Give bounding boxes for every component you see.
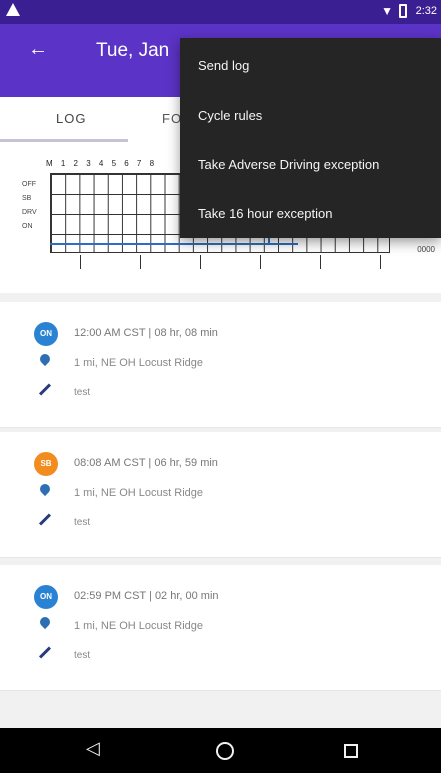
system-nav-bar: ◁ (0, 728, 441, 773)
duty-line (50, 243, 268, 245)
screen: ▼ 2:32 ← Tue, Jan LOG FO M 1 2 3 4 5 6 7… (0, 0, 441, 773)
graph-row-on: ON (22, 223, 33, 230)
entry-time: 08:08 AM CST | 06 hr, 59 min (74, 457, 218, 469)
log-entry-card[interactable]: ON 02:59 PM CST | 02 hr, 00 min 1 mi, NE… (0, 565, 441, 691)
tab-log[interactable]: LOG (56, 111, 86, 126)
pencil-icon (38, 646, 52, 659)
nav-home-icon[interactable] (216, 742, 234, 760)
entry-time-start: 12:00 AM CST (74, 327, 146, 339)
entry-note: test (74, 517, 91, 528)
status-time: 2:32 (415, 5, 437, 17)
graph-tick (80, 255, 81, 269)
entry-location: 1 mi, NE OH Locust Ridge (74, 357, 203, 369)
entry-duration: 06 hr, 59 min (154, 457, 218, 469)
nav-back-icon[interactable]: ◁ (86, 738, 100, 759)
warning-icon (6, 3, 20, 16)
graph-row-labels: OFF SB DRV ON (22, 181, 37, 237)
status-badge-on: ON (34, 322, 58, 346)
duty-line-end (268, 243, 298, 245)
menu-item-adverse-driving[interactable]: Take Adverse Driving exception (198, 157, 379, 172)
graph-tick (380, 255, 381, 269)
graph-row-sb: SB (22, 195, 32, 202)
location-pin-icon (37, 351, 53, 367)
battery-icon (399, 4, 407, 18)
back-arrow-icon[interactable]: ← (28, 38, 48, 61)
entry-duration: 08 hr, 08 min (154, 327, 218, 339)
tab-indicator (0, 139, 128, 142)
graph-hours-label: M 1 2 3 4 5 6 7 8 (46, 159, 158, 168)
pencil-icon (38, 383, 52, 396)
graph-tick (260, 255, 261, 269)
graph-tick (140, 255, 141, 269)
menu-item-cycle-rules[interactable]: Cycle rules (198, 108, 262, 123)
page-title: Tue, Jan (96, 40, 170, 61)
entry-time: 02:59 PM CST | 02 hr, 00 min (74, 590, 219, 602)
graph-row-drv: DRV (22, 209, 37, 216)
pencil-icon (38, 513, 52, 526)
location-pin-icon (37, 481, 53, 497)
graph-total: 0000 (417, 245, 435, 254)
menu-item-16-hour[interactable]: Take 16 hour exception (198, 206, 332, 221)
entry-time: 12:00 AM CST | 08 hr, 08 min (74, 327, 218, 339)
menu-item-send-log[interactable]: Send log (198, 58, 249, 73)
log-entry-card[interactable]: ON 12:00 AM CST | 08 hr, 08 min 1 mi, NE… (0, 302, 441, 428)
entry-time-start: 02:59 PM CST (74, 590, 146, 602)
entry-note: test (74, 650, 91, 661)
location-pin-icon (37, 614, 53, 630)
status-badge-sb: SB (34, 452, 58, 476)
nav-recent-icon[interactable] (344, 744, 358, 758)
status-bar: ▼ 2:32 (0, 0, 441, 24)
entry-note: test (74, 387, 91, 398)
entry-duration: 02 hr, 00 min (154, 590, 219, 602)
status-badge-on: ON (34, 585, 58, 609)
graph-row-off: OFF (22, 181, 36, 188)
entry-location: 1 mi, NE OH Locust Ridge (74, 620, 203, 632)
entry-time-start: 08:08 AM CST (74, 457, 146, 469)
graph-tick (320, 255, 321, 269)
entry-location: 1 mi, NE OH Locust Ridge (74, 487, 203, 499)
graph-tick (200, 255, 201, 269)
signal-icon: ▼ (381, 4, 393, 18)
overflow-menu: Send log Cycle rules Take Adverse Drivin… (180, 38, 441, 238)
log-entry-card[interactable]: SB 08:08 AM CST | 06 hr, 59 min 1 mi, NE… (0, 432, 441, 558)
